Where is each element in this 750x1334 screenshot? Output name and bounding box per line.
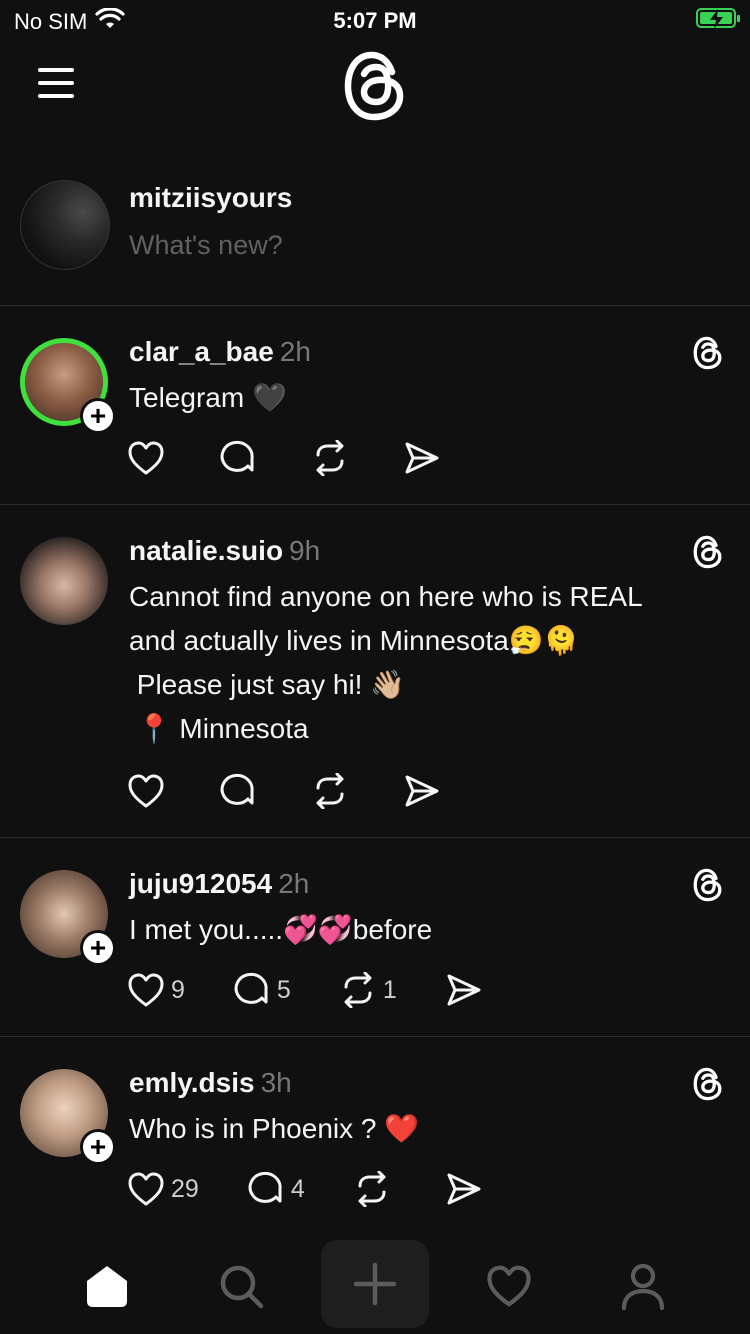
reply-count: 4 [290,1174,305,1203]
new-thread-composer[interactable]: mitziisyours What's new? [0,160,750,306]
comment-icon [247,1171,285,1207]
share-button[interactable] [445,972,483,1008]
repost-button[interactable] [311,773,355,809]
post-actions: 29 4 [127,1171,531,1207]
search-icon[interactable] [191,1244,291,1328]
reply-button[interactable]: 4 [247,1171,305,1207]
repost-icon [311,440,349,476]
avatar[interactable]: + [20,338,116,434]
post-text-line: Cannot find anyone on here who is REAL [129,581,643,612]
threads-icon[interactable] [692,535,724,569]
reply-button[interactable] [219,773,263,809]
post-username[interactable]: juju912054 [129,868,272,899]
status-bar: No SIM 5:07 PM [0,0,750,40]
comment-icon [219,440,257,476]
follow-plus-icon[interactable]: + [80,398,116,434]
heart-icon [127,1171,165,1207]
avatar[interactable]: + [20,1069,116,1165]
post-actions: 9 5 1 [127,972,531,1008]
reply-button[interactable]: 5 [233,972,291,1008]
follow-plus-icon[interactable]: + [80,1129,116,1165]
post-time: 3h [260,1067,292,1098]
battery-icon [696,8,740,29]
composer-username: mitziisyours [129,182,293,213]
like-button[interactable]: 29 [127,1171,199,1207]
avatar[interactable] [20,537,108,625]
post: natalie.suio 9h Cannot find anyone on her… [0,505,750,838]
create-icon[interactable] [321,1240,429,1328]
activity-icon[interactable] [459,1244,559,1328]
post-username[interactable]: natalie.suio [129,535,283,566]
post-text: I met you.....💞💞before [129,914,433,945]
post-username[interactable]: clar_a_bae [129,336,274,367]
threads-logo[interactable] [342,50,408,122]
send-icon [445,972,483,1008]
like-button[interactable] [127,440,171,476]
repost-icon [311,773,349,809]
send-icon [403,773,441,809]
post-text-line: and actually lives in Minnesota😮‍💨🫠 [129,625,579,656]
reply-count: 5 [276,975,291,1004]
comment-icon [233,972,271,1008]
post-time: 9h [289,535,321,566]
composer-placeholder[interactable]: What's new? [129,230,283,261]
comment-icon [219,773,257,809]
send-icon [445,1171,483,1207]
post-time: 2h [278,868,310,899]
heart-icon [127,972,165,1008]
post: + clar_a_bae 2h Telegram 🖤 [0,306,750,505]
share-button[interactable] [445,1171,483,1207]
avatar [20,180,110,270]
hamburger-icon[interactable] [38,68,74,98]
home-icon[interactable] [57,1244,157,1328]
repost-count: 1 [382,975,397,1004]
like-button[interactable] [127,773,171,809]
heart-icon [127,440,165,476]
share-button[interactable] [403,773,441,809]
bottom-tab-bar [0,1240,750,1334]
post: + juju912054 2h I met you.....💞💞before 9 … [0,838,750,1037]
profile-icon[interactable] [593,1244,693,1328]
location-tag[interactable]: 📍 Minnesota [129,707,710,751]
post-actions [127,440,489,476]
post-text: Telegram 🖤 [129,382,287,413]
threads-icon[interactable] [692,868,724,902]
post-actions [127,773,489,809]
share-button[interactable] [403,440,441,476]
like-button[interactable]: 9 [127,972,185,1008]
app-header [0,40,750,140]
heart-icon [127,773,165,809]
follow-plus-icon[interactable]: + [80,930,116,966]
post: + emly.dsis 3h Who is in Phoenix ? ❤️ 29 … [0,1037,750,1237]
send-icon [403,440,441,476]
repost-button[interactable] [353,1171,397,1207]
threads-icon[interactable] [692,1067,724,1101]
reply-button[interactable] [219,440,263,476]
avatar[interactable]: + [20,870,116,966]
like-count: 29 [171,1174,199,1203]
repost-button[interactable] [311,440,355,476]
post-text: Who is in Phoenix ? ❤️ [129,1113,420,1144]
repost-icon [353,1171,391,1207]
repost-icon [339,972,377,1008]
post-username[interactable]: emly.dsis [129,1067,255,1098]
status-time: 5:07 PM [333,8,417,33]
like-count: 9 [171,975,185,1004]
threads-icon[interactable] [692,336,724,370]
repost-button[interactable]: 1 [339,972,397,1008]
post-time: 2h [279,336,311,367]
post-text-line: Please just say hi! 👋🏼 [129,669,406,700]
